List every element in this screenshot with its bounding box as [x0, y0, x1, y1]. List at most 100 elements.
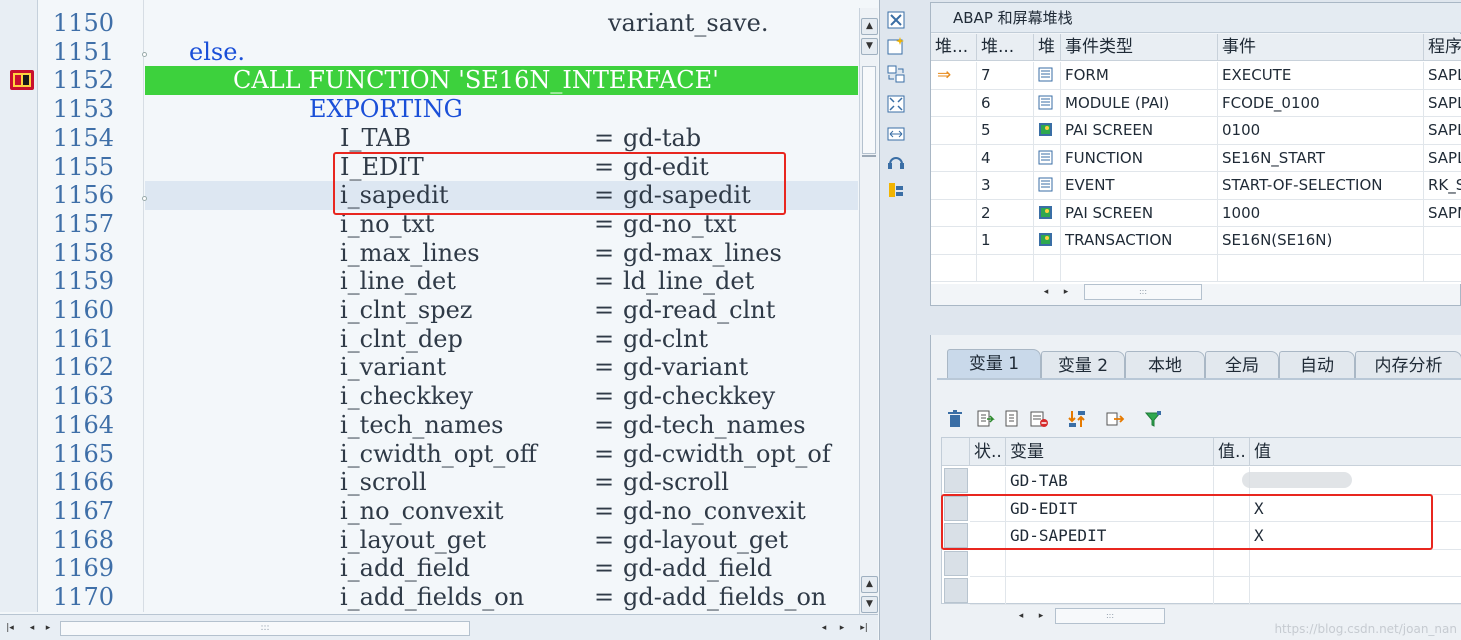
scroll-right-end-icon[interactable]: ▸ — [834, 620, 850, 636]
scroll-down-bottom-icon[interactable]: ▼ — [861, 596, 878, 613]
variable-row[interactable]: GD-TAB — [942, 467, 1461, 495]
code-line[interactable]: i_sapedit = gd-sapedit — [145, 181, 858, 210]
code-line[interactable]: i_max_lines = gd-max_lines — [145, 239, 858, 268]
tab-variables-5[interactable]: 内存分析 — [1355, 351, 1461, 379]
scroll-down-icon[interactable]: ▼ — [861, 38, 878, 55]
variable-row[interactable]: GD-EDIT X — [942, 494, 1461, 522]
code-text-area[interactable]: variant_save. else. CALL FUNCTION 'SE16N_I… — [145, 0, 858, 612]
headset-icon[interactable] — [886, 152, 906, 172]
code-line[interactable]: i_checkkey = gd-checkkey — [145, 382, 858, 411]
code-line[interactable]: i_no_convexit = gd-no_convexit — [145, 497, 858, 526]
transfer-icon[interactable] — [1105, 409, 1125, 429]
scroll-left-icon[interactable]: ◂ — [1013, 608, 1029, 624]
remove-rows-icon[interactable] — [1029, 409, 1049, 429]
row-selector[interactable] — [944, 578, 968, 603]
stack-col-header[interactable]: 事件 — [1218, 34, 1424, 61]
scroll-left-icon[interactable]: ◂ — [24, 620, 40, 636]
scroll-right-icon[interactable]: ▸ — [1058, 284, 1074, 300]
stack-row[interactable]: 5 PAI SCREEN0100SAPL — [931, 117, 1461, 145]
code-line[interactable]: i_no_txt = gd-no_txt — [145, 210, 858, 239]
resize-horizontal-icon[interactable] — [886, 124, 906, 144]
code-line[interactable]: i_scroll = gd-scroll — [145, 468, 858, 497]
scroll-thumb[interactable] — [862, 66, 876, 154]
code-editor[interactable]: 1150 1151 1152 1153 1154 1155 1156 1157 1158 1159… — [0, 0, 880, 640]
row-selector[interactable] — [944, 523, 968, 548]
horizontal-scroll-thumb[interactable]: ::: — [1055, 608, 1165, 624]
editor-vertical-scrollbar[interactable]: ▲ ▼ ▲ ▼ — [859, 8, 878, 614]
swap-tool-icon[interactable] — [886, 64, 906, 84]
maximize-icon[interactable] — [886, 94, 906, 114]
stack-row[interactable]: 3 EVENTSTART-OF-SELECTIONRK_S — [931, 172, 1461, 200]
variable-row[interactable] — [942, 549, 1461, 577]
scroll-up-bottom-icon[interactable]: ▲ — [861, 576, 878, 593]
scroll-left-icon[interactable]: ◂ — [1038, 284, 1054, 300]
code-line[interactable]: i_add_field = gd-add_field — [145, 554, 858, 583]
code-line[interactable]: i_clnt_dep = gd-clnt — [145, 325, 858, 354]
new-window-icon[interactable] — [886, 36, 906, 56]
scroll-end-icon[interactable]: ▸| — [856, 620, 872, 636]
tab-variables-0[interactable]: 变量 1 — [947, 349, 1041, 379]
delete-icon[interactable] — [945, 409, 965, 429]
row-selector[interactable] — [944, 495, 968, 521]
close-window-icon[interactable] — [886, 10, 906, 30]
variable-name-cell[interactable]: GD-SAPEDIT — [1006, 522, 1214, 550]
import-icon[interactable] — [975, 409, 995, 429]
horizontal-scroll-thumb[interactable]: ::: — [60, 621, 470, 636]
code-line[interactable]: i_tech_names = gd-tech_names — [145, 411, 858, 440]
code-line[interactable]: i_clnt_spez = gd-read_clnt — [145, 296, 858, 325]
var-col-header-select[interactable] — [942, 438, 970, 466]
var-col-header[interactable]: 值.. — [1214, 438, 1250, 466]
tab-variables-3[interactable]: 全局 — [1205, 351, 1279, 379]
var-col-header[interactable]: 状.. — [970, 438, 1006, 466]
code-line[interactable]: I_TAB = gd-tab — [145, 124, 858, 153]
variable-row[interactable]: GD-SAPEDIT X — [942, 522, 1461, 550]
scroll-right-icon[interactable]: ▸ — [1033, 608, 1049, 624]
fold-marker[interactable] — [142, 52, 147, 57]
filter-icon[interactable] — [1143, 409, 1163, 429]
stack-col-header[interactable]: 堆... — [931, 34, 977, 61]
stack-row[interactable]: 6 MODULE (PAI)FCODE_0100SAPL — [931, 89, 1461, 117]
scroll-up-icon[interactable]: ▲ — [861, 18, 878, 35]
variable-row[interactable] — [942, 577, 1461, 605]
var-col-header[interactable]: 变量 — [1006, 438, 1214, 466]
code-line[interactable]: I_EDIT = gd-edit — [145, 153, 858, 182]
export-icon[interactable] — [1003, 409, 1023, 429]
variable-name-cell[interactable] — [1006, 577, 1214, 605]
stack-row[interactable]: 2 PAI SCREEN1000SAPM — [931, 199, 1461, 227]
stack-col-header[interactable]: 程序 — [1424, 34, 1461, 61]
stack-col-header[interactable]: 事件类型 — [1061, 34, 1218, 61]
tools-icon[interactable] — [886, 180, 906, 200]
stack-row[interactable] — [931, 254, 1461, 282]
sort-icon[interactable] — [1067, 409, 1087, 429]
code-line[interactable]: EXPORTING — [145, 95, 858, 124]
stack-horizontal-scrollbar[interactable]: ◂ ▸ ::: — [1036, 281, 1461, 303]
code-line[interactable]: i_line_det = ld_line_det — [145, 267, 858, 296]
stack-row[interactable]: ⇒ 7 FORMEXECUTESAPL — [931, 62, 1461, 90]
code-line[interactable]: else. — [145, 38, 858, 67]
horizontal-scroll-thumb[interactable]: ::: — [1084, 284, 1202, 300]
variable-name-cell[interactable] — [1006, 549, 1214, 577]
stack-row[interactable]: 1 TRANSACTION SE16N(SE16N) — [931, 227, 1461, 255]
code-line[interactable]: i_cwidth_opt_off = gd-cwidth_opt_of — [145, 440, 858, 469]
tab-variables-1[interactable]: 变量 2 — [1041, 351, 1125, 379]
current-execution-line[interactable]: CALL FUNCTION 'SE16N_INTERFACE' — [145, 66, 858, 96]
stack-col-header[interactable]: 堆... — [977, 34, 1034, 61]
code-line[interactable]: i_variant = gd-variant — [145, 353, 858, 382]
code-line[interactable]: i_layout_get = gd-layout_get — [145, 526, 858, 555]
var-col-header[interactable]: 值 — [1250, 438, 1461, 466]
scroll-left-end-icon[interactable]: ◂ — [816, 620, 832, 636]
editor-horizontal-scrollbar[interactable]: |◂ ◂ ▸ ::: ◂ ▸ ▸| — [0, 614, 878, 640]
row-selector[interactable] — [944, 550, 968, 576]
scroll-start-icon[interactable]: |◂ — [2, 620, 18, 636]
tab-variables-2[interactable]: 本地 — [1125, 351, 1205, 379]
breakpoint-icon[interactable] — [9, 68, 35, 92]
fold-marker[interactable] — [142, 196, 147, 201]
code-line[interactable]: i_add_fields_on = gd-add_fields_on — [145, 583, 858, 612]
variable-name-cell[interactable]: GD-TAB — [1006, 467, 1214, 495]
tab-variables-4[interactable]: 自动 — [1279, 351, 1355, 379]
stack-col-header[interactable]: 堆 — [1034, 34, 1061, 61]
variable-name-cell[interactable]: GD-EDIT — [1006, 494, 1214, 522]
code-line[interactable]: variant_save. — [145, 9, 858, 38]
scroll-right-icon[interactable]: ▸ — [40, 620, 56, 636]
row-selector[interactable] — [944, 468, 968, 493]
